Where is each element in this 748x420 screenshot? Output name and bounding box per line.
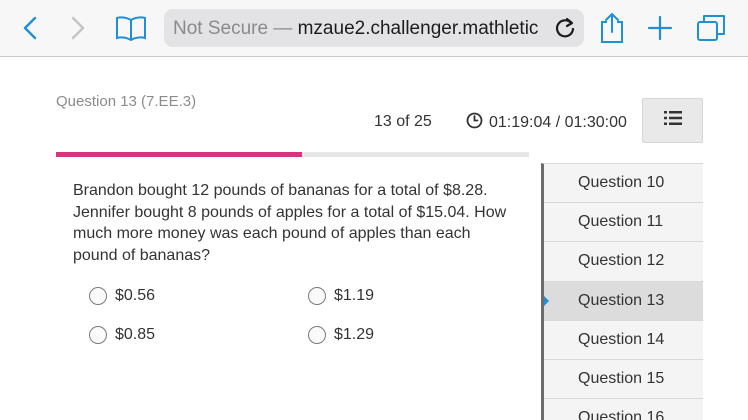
progress-fill xyxy=(56,152,302,157)
forward-icon[interactable] xyxy=(60,10,96,46)
progress-bar xyxy=(56,152,529,157)
question-counter: 13 of 25 xyxy=(374,113,432,130)
answer-option-1[interactable]: $0.56 xyxy=(89,287,155,305)
question-list-item-13[interactable]: Question 13 xyxy=(544,281,703,321)
question-list-label: Question 10 xyxy=(578,174,665,192)
url-domain: mzaue2.challenger.mathletic xyxy=(297,18,539,39)
question-list-label: Question 15 xyxy=(578,370,665,388)
reload-icon[interactable] xyxy=(552,15,578,41)
question-list-label: Question 11 xyxy=(578,213,664,231)
share-icon[interactable] xyxy=(594,10,630,46)
question-list-toggle-button[interactable] xyxy=(642,98,703,143)
answer-label: $1.19 xyxy=(334,287,375,304)
not-secure-label: Not Secure — xyxy=(173,18,298,39)
radio-button[interactable] xyxy=(308,326,326,344)
tabs-icon[interactable] xyxy=(693,10,729,46)
answer-option-4[interactable]: $1.29 xyxy=(308,326,374,344)
question-list-label: Question 13 xyxy=(578,291,665,309)
question-list-item-10[interactable]: Question 10 xyxy=(544,164,703,204)
question-list-label: Question 12 xyxy=(578,252,665,270)
radio-button[interactable] xyxy=(308,287,326,305)
question-list-item-11[interactable]: Question 11 xyxy=(544,203,703,243)
list-icon xyxy=(663,110,682,131)
bookmarks-icon[interactable] xyxy=(113,10,149,46)
address-bar[interactable]: Not Secure — mzaue2.challenger.mathletic xyxy=(164,9,584,47)
question-list-label: Question 16 xyxy=(578,409,665,420)
clock-icon xyxy=(466,112,483,134)
new-tab-icon[interactable] xyxy=(642,10,678,46)
question-code: Question 13 (7.EE.3) xyxy=(56,93,197,110)
answer-label: $1.29 xyxy=(334,326,375,343)
question-list-panel: Question 10 Question 11 Question 12 Ques… xyxy=(541,163,703,420)
radio-button[interactable] xyxy=(89,287,107,305)
back-icon[interactable] xyxy=(12,10,48,46)
answer-option-2[interactable]: $1.19 xyxy=(308,287,374,305)
browser-toolbar: Not Secure — mzaue2.challenger.mathletic xyxy=(0,0,748,57)
radio-button[interactable] xyxy=(89,326,107,344)
answer-label: $0.85 xyxy=(115,326,156,343)
answer-label: $0.56 xyxy=(115,287,156,304)
question-list-item-12[interactable]: Question 12 xyxy=(544,242,703,282)
question-text: Brandon bought 12 pounds of bananas for … xyxy=(73,182,507,264)
timer: 01:19:04 / 01:30:00 xyxy=(466,112,627,134)
question-list-label: Question 14 xyxy=(578,330,665,348)
timer-text: 01:19:04 / 01:30:00 xyxy=(489,114,627,131)
question-list-item-15[interactable]: Question 15 xyxy=(544,360,703,400)
question-list-item-16[interactable]: Question 16 xyxy=(544,399,703,420)
answer-option-3[interactable]: $0.85 xyxy=(89,326,155,344)
question-list-item-14[interactable]: Question 14 xyxy=(544,321,703,360)
